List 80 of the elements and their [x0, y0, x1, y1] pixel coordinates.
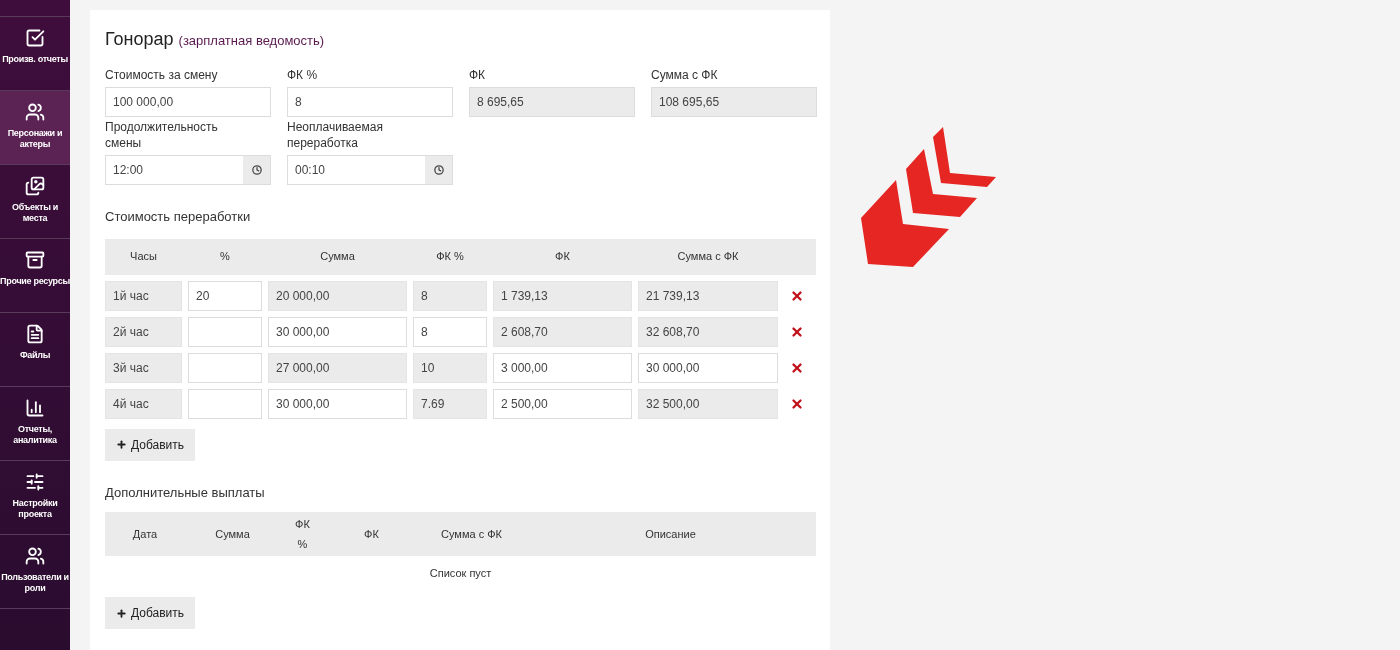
table-cell: 2 608,70 [493, 316, 632, 347]
column-header: Дата [131, 527, 159, 542]
input-field[interactable]: 8 [413, 316, 487, 347]
users-icon [25, 546, 45, 566]
input-field[interactable]: 30 000,00 [268, 388, 407, 419]
sliders-icon [25, 472, 45, 492]
field-label: Неоплачиваемая переработка [287, 119, 384, 151]
page-title: Гонорар [105, 28, 174, 51]
input-field[interactable] [188, 388, 262, 419]
input-field[interactable] [188, 316, 262, 347]
input-field[interactable]: 3 000,00 [493, 352, 632, 383]
time-field[interactable]: 00:10 [287, 155, 453, 185]
table-cell: 32 608,70 [638, 316, 778, 347]
sidebar-item[interactable]: Объекты и места [0, 165, 70, 239]
clock-button[interactable] [425, 156, 452, 184]
clock-button[interactable] [243, 156, 270, 184]
section-title: Стоимость переработки [105, 208, 252, 226]
column-header: Сумма с ФК [676, 249, 740, 265]
clock-icon [251, 165, 262, 175]
input-field[interactable]: 30 000,00 [268, 316, 407, 347]
field-label: Сумма с ФК [651, 67, 718, 83]
add-button[interactable]: Добавить [105, 428, 196, 461]
column-header: Сумма с ФК [440, 527, 503, 542]
field-label: Стоимость за смену [105, 67, 218, 83]
column-header: ФК [554, 249, 571, 265]
bar-chart-icon [25, 398, 45, 418]
table-cell: 7.69 [413, 388, 487, 419]
column-header: ФК % [435, 249, 465, 265]
column-header: ФК % [294, 517, 311, 552]
table-cell: 2й час [105, 316, 182, 347]
field-label: ФК [469, 67, 486, 83]
checkbox-icon [25, 28, 45, 48]
archive-box-icon [25, 250, 45, 270]
table-cell: 4й час [105, 388, 182, 419]
table-cell: 32 500,00 [638, 388, 778, 419]
table-cell: 1й час [105, 280, 182, 311]
users-icon [25, 102, 45, 122]
delete-icon[interactable] [790, 396, 804, 411]
page-subtitle: (зарплатная ведомость) [178, 32, 325, 50]
table-cell: 21 739,13 [638, 280, 778, 311]
delete-icon[interactable] [790, 360, 804, 375]
column-header: Сумма [214, 527, 251, 542]
sidebar-item[interactable]: Прочие ресурсы [0, 239, 70, 313]
time-field[interactable]: 12:00 [105, 155, 271, 185]
input-field[interactable]: 8 [287, 87, 453, 117]
document-icon [25, 324, 45, 344]
sidebar-item[interactable]: Настройки проекта [0, 461, 70, 535]
column-header: % [219, 249, 231, 265]
column-header: Сумма [319, 249, 356, 265]
sidebar-item[interactable]: Файлы [0, 313, 70, 387]
sidebar-item[interactable]: Отчеты, аналитика [0, 387, 70, 461]
input-field[interactable]: 2 500,00 [493, 388, 632, 419]
input-field[interactable]: 20 [188, 280, 262, 311]
table-cell: 20 000,00 [268, 280, 407, 311]
delete-icon[interactable] [790, 288, 804, 303]
sidebar-item[interactable]: Персонажи и актеры [0, 91, 70, 165]
table-cell: 10 [413, 352, 487, 383]
table-cell: 1 739,13 [493, 280, 632, 311]
table-cell: 3й час [105, 352, 182, 383]
field-label: ФК % [287, 67, 318, 83]
input-field[interactable]: 30 000,00 [638, 352, 778, 383]
input-field[interactable]: 100 000,00 [105, 87, 271, 117]
table-cell: 8 [413, 280, 487, 311]
table-cell: 27 000,00 [268, 352, 407, 383]
images-icon [25, 176, 45, 196]
section-title: Дополнительные выплаты [105, 483, 266, 502]
column-header: Часы [129, 249, 158, 265]
field-label: Продолжительность смены [105, 119, 219, 151]
input-field: 108 695,65 [651, 87, 817, 117]
add-button[interactable]: Добавить [105, 597, 196, 629]
column-header: ФК [363, 527, 380, 542]
column-header: Описание [644, 527, 697, 542]
plus-icon [116, 439, 127, 450]
delete-icon[interactable] [790, 324, 804, 339]
clock-icon [433, 165, 444, 175]
sidebar-item[interactable]: Пользователи и роли [0, 535, 70, 609]
input-field: 8 695,65 [469, 87, 635, 117]
empty-list-text: Список пуст [429, 565, 492, 581]
input-field[interactable] [188, 352, 262, 383]
plus-icon [116, 607, 127, 619]
